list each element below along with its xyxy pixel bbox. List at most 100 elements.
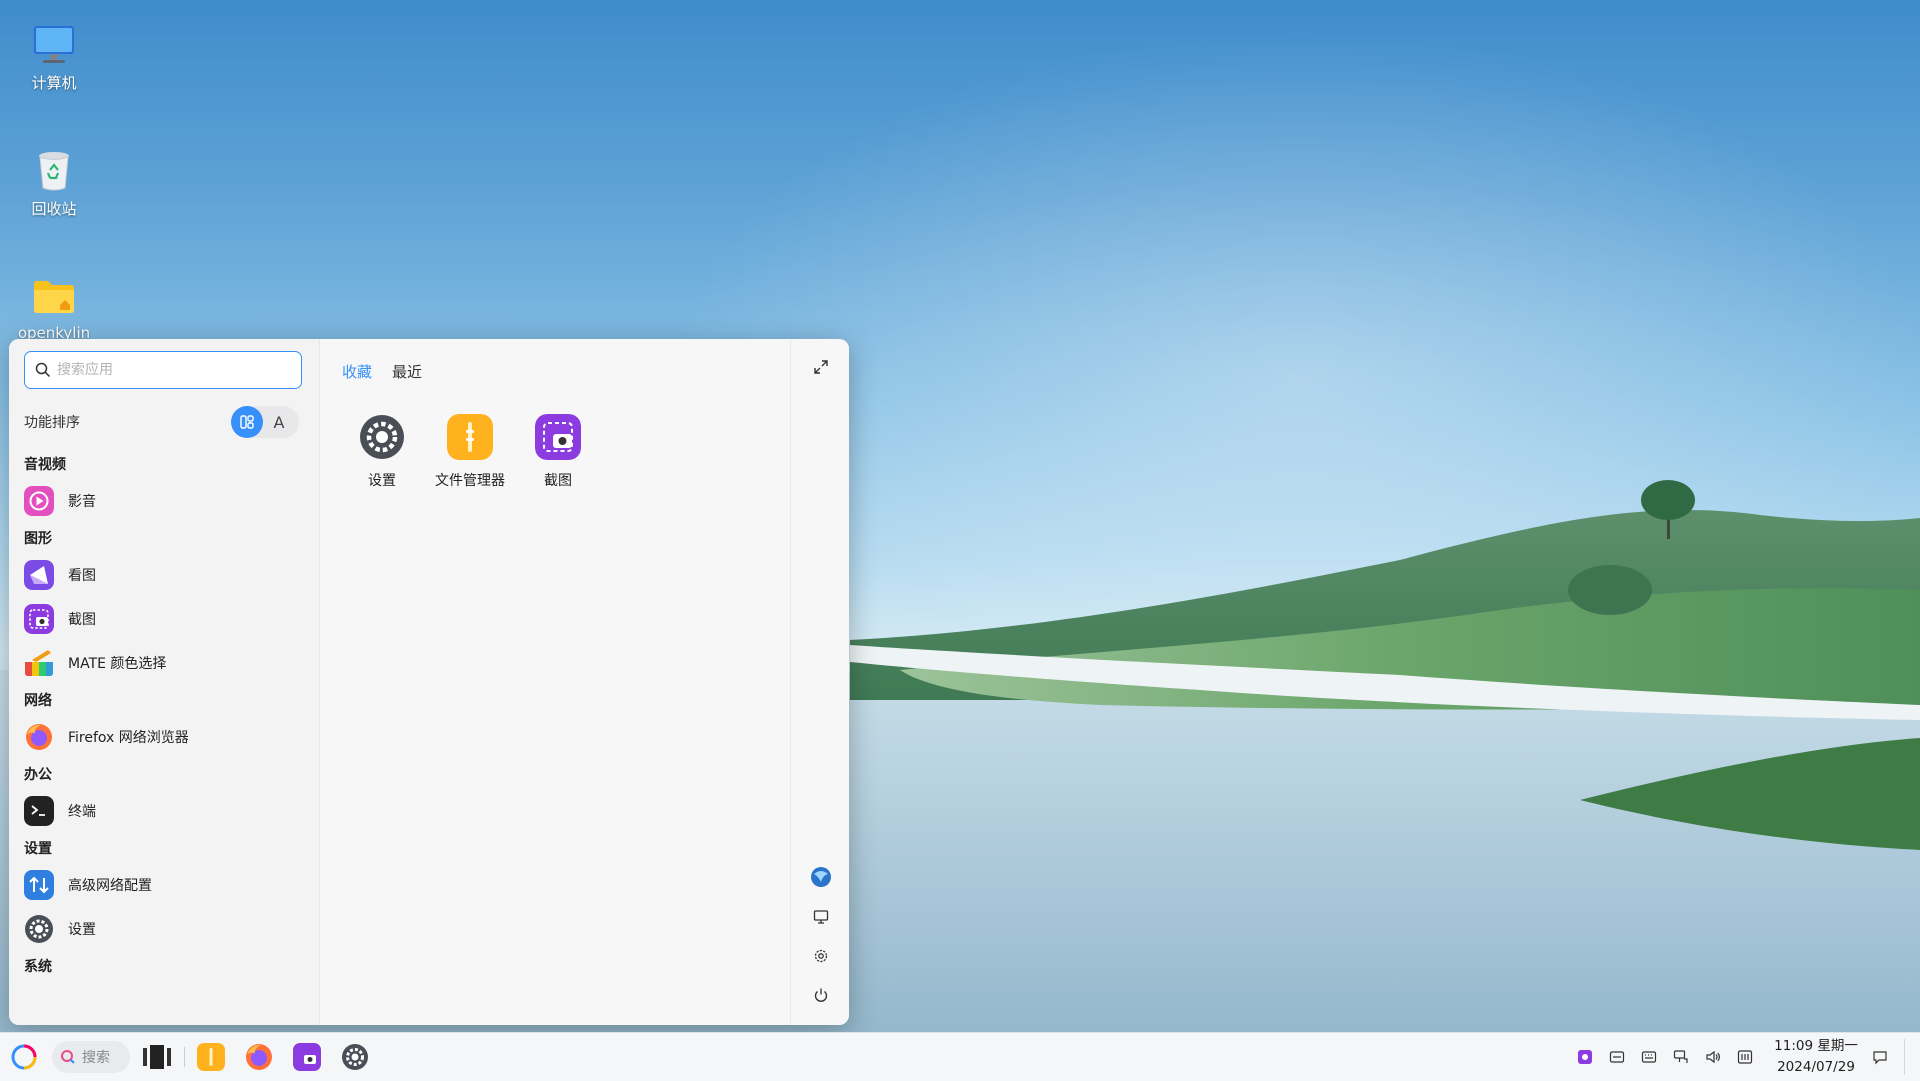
- favorite-name: 截图: [544, 473, 572, 489]
- start-menu: 功能排序 A 音视频 影音: [9, 339, 849, 1025]
- taskbar: 搜索 11:09 星期一 2024/07/29: [0, 1032, 1920, 1081]
- search-icon: [61, 1050, 75, 1064]
- keyboard-icon: [1641, 1051, 1657, 1063]
- screenshot-icon: [535, 414, 581, 460]
- firefox-icon: [246, 1044, 272, 1070]
- app-item-settings[interactable]: 设置: [9, 907, 319, 951]
- menu-side-bar: [790, 339, 849, 1025]
- network-icon: [1673, 1050, 1688, 1063]
- sort-toggle: A: [231, 406, 299, 438]
- favorites-grid: 设置 文件管理器 截图: [347, 414, 593, 490]
- tray-volume[interactable]: [1703, 1047, 1723, 1067]
- taskbar-search[interactable]: 搜索: [52, 1041, 130, 1073]
- app-list-panel: 功能排序 A 音视频 影音: [9, 339, 320, 1025]
- firefox-icon: [26, 724, 52, 750]
- app-item-screenshot[interactable]: 截图: [9, 597, 319, 641]
- category-icon: [240, 415, 254, 429]
- tray-network[interactable]: [1671, 1047, 1691, 1067]
- video-player-icon: [24, 486, 54, 516]
- taskbar-clock[interactable]: 11:09 星期一 2024/07/29: [1766, 1036, 1866, 1078]
- app-name: 截图: [68, 612, 96, 628]
- taskbar-screenshot[interactable]: [291, 1041, 323, 1073]
- favorite-settings[interactable]: 设置: [347, 414, 417, 490]
- app-name: 高级网络配置: [68, 878, 152, 894]
- app-item-terminal[interactable]: 终端: [9, 789, 319, 833]
- app-name: 看图: [68, 568, 96, 584]
- settings-icon: [360, 415, 404, 459]
- sidebar-icon: [1737, 1050, 1753, 1064]
- category-header: 音视频: [24, 457, 66, 473]
- desktop-icon-computer[interactable]: 计算机: [9, 20, 99, 93]
- sort-label: 功能排序: [24, 415, 80, 431]
- sort-alphabetical-button[interactable]: A: [263, 406, 295, 438]
- settings-button[interactable]: [809, 944, 833, 968]
- taskbar-settings[interactable]: [339, 1041, 371, 1073]
- app-name: Firefox 网络浏览器: [68, 730, 189, 746]
- trash-icon: [39, 152, 69, 191]
- taskbar-file-manager[interactable]: [195, 1041, 227, 1073]
- clock-time: 11:09 星期一: [1774, 1038, 1858, 1054]
- multitask-view-button[interactable]: [141, 1041, 173, 1073]
- category-header: 办公: [24, 767, 52, 783]
- favorite-screenshot[interactable]: 截图: [523, 414, 593, 490]
- app-item-firefox[interactable]: Firefox 网络浏览器: [9, 715, 319, 759]
- taskbar-divider: [184, 1047, 185, 1067]
- app-name: 终端: [68, 804, 96, 820]
- search-icon: [35, 362, 51, 378]
- settings-icon: [342, 1044, 368, 1070]
- display-button[interactable]: [809, 905, 833, 929]
- tab-favorites[interactable]: 收藏: [342, 361, 372, 382]
- home-folder-icon: [34, 281, 74, 313]
- settings-icon: [25, 915, 53, 943]
- clock-date: 2024/07/29: [1777, 1059, 1855, 1075]
- screenshot-icon: [24, 604, 54, 634]
- category-header: 系统: [24, 959, 52, 975]
- favorites-panel: 收藏 最近 设置 文件管理器 截图: [320, 339, 790, 1025]
- sort-by-category-button[interactable]: [231, 406, 263, 438]
- favorite-name: 文件管理器: [435, 473, 505, 489]
- tray-input-method[interactable]: [1607, 1047, 1627, 1067]
- favorite-file-manager[interactable]: 文件管理器: [435, 414, 505, 490]
- category-header: 图形: [24, 531, 52, 547]
- app-search-input[interactable]: [55, 361, 279, 379]
- taskbar-firefox[interactable]: [243, 1041, 275, 1073]
- volume-icon: [1706, 1050, 1720, 1064]
- desktop-icon-label: 回收站: [31, 200, 77, 218]
- app-item-color-picker[interactable]: MATE 颜色选择: [9, 641, 319, 685]
- tray-sidebar[interactable]: [1735, 1047, 1755, 1067]
- sort-row: 功能排序 A: [24, 406, 314, 438]
- app-name: 影音: [68, 494, 96, 510]
- app-item-image-viewer[interactable]: 看图: [9, 553, 319, 597]
- tab-recent[interactable]: 最近: [392, 361, 422, 382]
- notification-icon: [1873, 1051, 1887, 1065]
- notification-button[interactable]: [1870, 1047, 1890, 1067]
- fullscreen-button[interactable]: [809, 355, 833, 379]
- desktop-icon-home-folder[interactable]: openkylin: [9, 272, 99, 342]
- user-avatar-icon: [811, 867, 831, 887]
- file-manager-icon: [197, 1043, 225, 1071]
- app-list: 音视频 影音 图形 看图 截图 MATE 颜色选择 网络 Firefox 网络浏…: [9, 449, 319, 981]
- start-menu-button[interactable]: [8, 1041, 40, 1073]
- color-picker-icon: [25, 650, 53, 676]
- show-desktop-divider: [1904, 1039, 1905, 1075]
- app-search-box[interactable]: [24, 351, 302, 389]
- start-menu-icon: [11, 1044, 37, 1070]
- category-header: 设置: [24, 841, 52, 857]
- display-icon: [813, 910, 829, 924]
- app-item-video-player[interactable]: 影音: [9, 479, 319, 523]
- app-name: MATE 颜色选择: [68, 656, 167, 672]
- app-name: 设置: [68, 922, 96, 938]
- power-button[interactable]: [809, 983, 833, 1007]
- computer-icon: [34, 26, 74, 63]
- expand-icon: [814, 360, 828, 374]
- favorites-tabs: 收藏 最近: [342, 361, 422, 382]
- category-header: 网络: [24, 693, 52, 709]
- desktop-icon-trash[interactable]: 回收站: [9, 146, 99, 219]
- tray-keyboard[interactable]: [1639, 1047, 1659, 1067]
- user-avatar-button[interactable]: [809, 865, 833, 889]
- app-item-network-config[interactable]: 高级网络配置: [9, 863, 319, 907]
- multitask-view-icon: [143, 1045, 171, 1069]
- taskbar-search-label: 搜索: [82, 1050, 110, 1066]
- terminal-icon: [24, 796, 54, 826]
- tray-screenshot[interactable]: [1575, 1047, 1595, 1067]
